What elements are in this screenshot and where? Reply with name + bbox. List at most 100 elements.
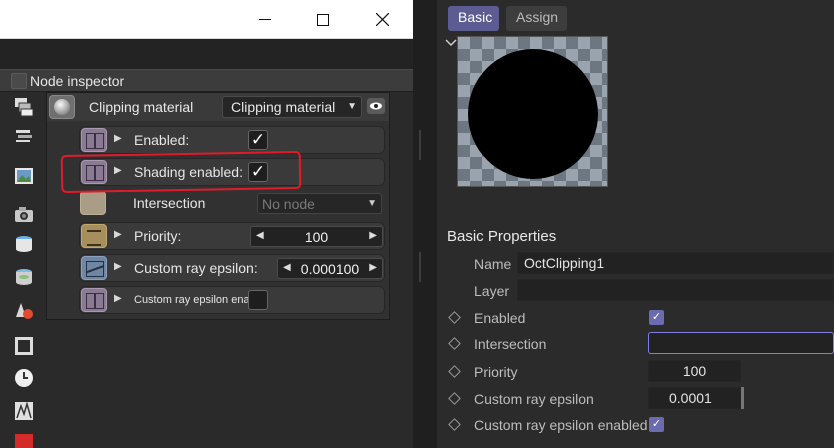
cube-icon[interactable] [13, 432, 35, 448]
fractal-icon[interactable] [13, 400, 35, 422]
priority-field[interactable]: 100 [648, 360, 741, 382]
increment-arrow-icon[interactable]: ▶ [369, 262, 377, 273]
image-icon[interactable] [13, 165, 35, 187]
clock-icon[interactable] [13, 367, 35, 389]
keyframe-diamond-icon[interactable] [448, 418, 461, 431]
cylinder-icon[interactable] [13, 266, 35, 288]
toolbar-strip [0, 39, 413, 69]
param-custom-ray-epsilon-enabled: ▶ Custom ray epsilon ena... [79, 286, 385, 314]
close-button[interactable] [359, 0, 405, 39]
param-label: Custom ray epsilon ena... [134, 294, 259, 306]
name-field[interactable]: OctClipping1 [517, 252, 834, 274]
minimize-icon [259, 18, 271, 20]
attr-label: Enabled [474, 310, 526, 326]
close-icon [375, 13, 389, 26]
node-header: Clipping material Clipping material ▼ [47, 93, 389, 121]
vertical-toolbar [0, 92, 46, 448]
panel-pin-checkbox[interactable] [11, 73, 27, 89]
maximize-button[interactable] [300, 0, 346, 39]
divider-line [419, 130, 421, 160]
slider-handle[interactable] [741, 387, 744, 409]
expand-arrow-icon[interactable]: ▶ [114, 229, 122, 240]
eye-icon[interactable] [367, 98, 385, 114]
window-titlebar [0, 0, 413, 39]
panel-title: Node inspector [30, 73, 125, 89]
attr-label: Custom ray epsilon enabled [474, 417, 648, 433]
float-pin-icon[interactable] [81, 256, 107, 280]
camera-icon[interactable] [13, 203, 35, 225]
attr-custom-ray-epsilon: Custom ray epsilon 0.0001 [437, 387, 834, 413]
keyframe-diamond-icon[interactable] [448, 392, 461, 405]
octane-window: Node inspector Clipping material Clippin… [0, 0, 413, 448]
param-label: Priority: [134, 228, 182, 244]
keyframe-diamond-icon[interactable] [448, 365, 461, 378]
bool-pin-icon[interactable] [81, 288, 107, 312]
bool-pin-icon[interactable] [81, 128, 107, 152]
annotation-highlight [60, 150, 302, 194]
tab-assign[interactable]: Assign [506, 6, 567, 31]
param-label: Intersection [133, 195, 206, 211]
keyframe-diamond-icon[interactable] [448, 337, 461, 350]
preview-sphere [468, 49, 598, 179]
attr-label: Intersection [474, 336, 547, 352]
database-icon[interactable] [13, 233, 35, 255]
stack-icon[interactable] [13, 124, 35, 146]
attr-enabled: Enabled ✓ [437, 306, 834, 332]
tab-basic[interactable]: Basic [448, 6, 499, 31]
texture-pin-icon[interactable] [80, 191, 106, 215]
expand-arrow-icon[interactable]: ▶ [114, 133, 122, 144]
material-preview-icon[interactable] [49, 95, 75, 119]
param-label: Custom ray epsilon: [134, 260, 258, 276]
param-intersection: Intersection No node ▼ [79, 190, 385, 218]
param-enabled: ▶ Enabled: ✓ [79, 126, 385, 154]
material-preview [457, 36, 608, 187]
epsilon-field[interactable]: 0.0001 [648, 387, 741, 409]
epsilon-enabled-checkbox[interactable] [248, 290, 268, 310]
priority-stepper[interactable]: ◀ 100 ▶ [250, 226, 383, 247]
node-name: Clipping material [89, 99, 194, 115]
stepper-value[interactable]: 0.000100 [278, 261, 382, 277]
chevron-down-icon: ▼ [347, 101, 357, 112]
increment-arrow-icon[interactable]: ▶ [369, 230, 377, 241]
intersection-field[interactable] [648, 332, 834, 354]
attr-priority: Priority 100 [437, 360, 834, 386]
chevron-down-icon: ▼ [367, 198, 377, 209]
expand-arrow-icon[interactable]: ▶ [114, 261, 122, 272]
attr-label: Layer [474, 283, 510, 299]
expand-arrow-icon[interactable]: ▶ [114, 293, 122, 304]
int-pin-icon[interactable] [81, 224, 107, 248]
keyframe-diamond-icon[interactable] [448, 311, 461, 324]
param-label: Enabled: [134, 132, 190, 148]
attr-layer: Layer [437, 279, 834, 305]
attr-label: Priority [474, 364, 518, 380]
shapes-icon[interactable] [13, 299, 35, 321]
attr-name: Name OctClipping1 [437, 252, 834, 278]
enabled-checkbox[interactable]: ✓ [649, 310, 664, 325]
section-title: Basic Properties [447, 228, 557, 245]
chevron-down-icon[interactable] [445, 38, 457, 48]
dropdown-value: No node [262, 196, 315, 212]
epsilon-enabled-checkbox[interactable]: ✓ [649, 417, 664, 432]
intersection-node-dropdown[interactable]: No node ▼ [257, 193, 382, 214]
minimize-button[interactable] [242, 0, 288, 39]
node-inspector-panel: Clipping material Clipping material ▼ ▶ … [46, 92, 390, 320]
pane-divider [413, 0, 437, 448]
param-priority: ▶ Priority: ◀ 100 ▶ [79, 222, 385, 250]
attr-label: Name [474, 256, 512, 272]
node-type-value: Clipping material [231, 99, 336, 115]
divider-line [419, 252, 421, 282]
enabled-checkbox[interactable]: ✓ [248, 130, 268, 150]
layer-field[interactable] [517, 279, 834, 301]
param-custom-ray-epsilon: ▶ Custom ray epsilon: ◀ 0.000100 ▶ [79, 254, 385, 282]
layers-icon[interactable] [13, 96, 35, 118]
maximize-icon [317, 13, 329, 26]
attr-custom-ray-epsilon-enabled: Custom ray epsilon enabled ✓ [437, 413, 834, 439]
node-inspector-header: Node inspector [0, 69, 413, 92]
stepper-value[interactable]: 100 [251, 229, 382, 245]
attr-intersection: Intersection [437, 332, 834, 358]
attr-label: Custom ray epsilon [474, 391, 594, 407]
frame-icon[interactable] [13, 335, 35, 357]
material-attributes-panel: Basic Assign Basic Properties Name OctCl… [437, 0, 834, 448]
epsilon-stepper[interactable]: ◀ 0.000100 ▶ [277, 258, 383, 279]
node-type-dropdown[interactable]: Clipping material ▼ [222, 96, 362, 118]
